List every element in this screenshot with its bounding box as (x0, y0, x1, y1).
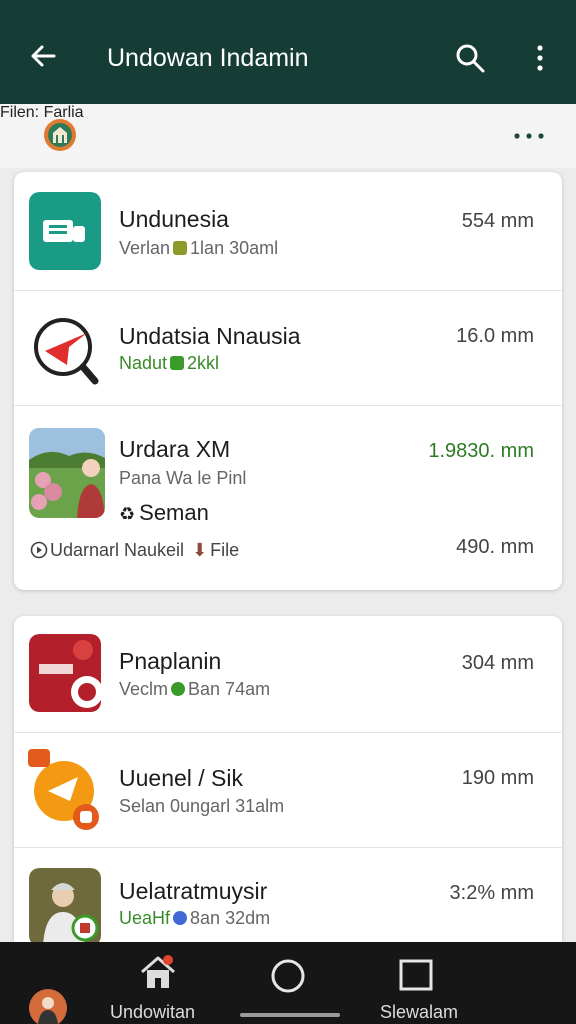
circle-icon[interactable] (270, 958, 306, 994)
red-brand-app-icon (29, 634, 101, 712)
list-item[interactable]: Undatsia Nnausia Nadut 2kkl 16.0 mm (14, 291, 562, 405)
square-icon[interactable] (398, 958, 434, 994)
recycle-icon: ♻ (119, 504, 136, 524)
list-item[interactable]: Undunesia Verlan 1lan 30aml 554 mm (14, 172, 562, 290)
item-title: Pnaplanin (119, 648, 222, 674)
item-size: 1.9830. mm (428, 440, 534, 462)
home-icon[interactable] (138, 954, 178, 992)
avatar[interactable] (28, 988, 68, 1024)
list-item[interactable]: Urdara XM Pana Wa le Pinl ♻ Seman 1.9830.… (14, 406, 562, 590)
more-vertical-icon[interactable] (526, 40, 554, 76)
item-subtitle-secondary: ♻ Seman (119, 500, 209, 525)
list-item[interactable]: Pnaplanin Veclm Ban 74am 304 mm (14, 616, 562, 732)
check-icon (170, 356, 185, 370)
item-extra-size: 490. mm (456, 536, 534, 558)
photo-thumbnail (29, 428, 105, 518)
item-extra-row: Udarnarl Naukeil ⬇ File (30, 540, 239, 561)
item-title: Urdara XM (119, 436, 231, 462)
list-item[interactable]: Uelatratmuysir UeaHf 8an 32dm 3:2% mm (14, 848, 562, 946)
tag-icon (173, 241, 188, 255)
item-title: Undunesia (119, 206, 229, 232)
item-title: Undatsia Nnausia (119, 323, 301, 349)
arrow-left-icon[interactable] (24, 36, 64, 76)
page-title: Undowan Indamin (107, 44, 309, 72)
app-bar: Undowan Indamin (0, 0, 576, 104)
gesture-bar[interactable] (240, 1013, 340, 1017)
item-subtitle: UeaHf 8an 32dm (119, 908, 271, 928)
item-title: Uuenel / Sik (119, 765, 244, 791)
list-item[interactable]: Uuenel / Sik Selan 0ungarl 31alm 190 mm (14, 733, 562, 847)
nav-settings-label[interactable]: Slewalam (380, 1002, 458, 1023)
check-icon (173, 911, 188, 925)
item-size: 16.0 mm (456, 325, 534, 347)
search-icon[interactable] (452, 40, 488, 76)
check-icon (171, 682, 186, 696)
nav-home-label[interactable]: Undowitan (110, 1002, 195, 1023)
item-size: 190 mm (461, 767, 534, 789)
item-size: 554 mm (461, 210, 534, 232)
item-subtitle: Nadut 2kkl (119, 353, 220, 373)
item-title: Uelatratmuysir (119, 878, 268, 904)
person-photo-thumbnail (29, 868, 101, 946)
folder-label: Filen: Farlia (0, 104, 84, 121)
item-size: 304 mm (461, 652, 534, 674)
item-subtitle: Verlan 1lan 30aml (119, 238, 279, 258)
download-icon: ⬇ (192, 540, 208, 560)
item-subtitle: Veclm Ban 74am (119, 679, 271, 699)
orange-share-app-icon (28, 749, 99, 830)
item-size: 3:2% mm (449, 882, 534, 904)
item-subtitle: Pana Wa le Pinl (119, 468, 247, 488)
magnifier-app-icon (34, 318, 99, 385)
document-app-icon (29, 192, 101, 270)
play-circle-icon (30, 541, 48, 559)
more-horizontal-icon[interactable] (512, 126, 546, 144)
item-subtitle: Selan 0ungarl 31alm (119, 796, 285, 816)
